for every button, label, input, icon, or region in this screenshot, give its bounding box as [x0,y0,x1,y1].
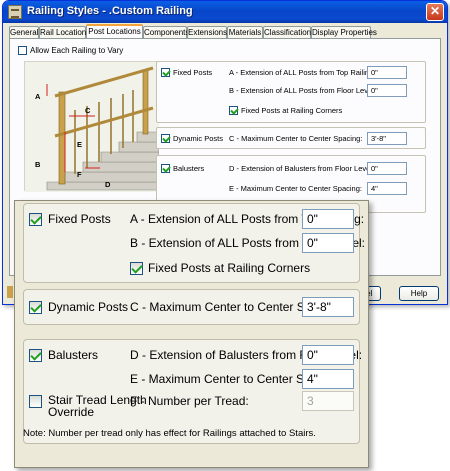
fixed-posts-label: Fixed Posts [48,212,111,226]
allow-vary-checkbox[interactable] [18,46,27,55]
zoomed-post-options-panel: Fixed Posts A - Extension of ALL Posts f… [14,200,369,468]
balusters-label: Balusters [48,348,99,362]
fixed-corners-checkbox[interactable] [130,262,143,275]
fixed-posts-group-back: Fixed Posts A - Extension of ALL Posts f… [156,61,426,123]
title-bar[interactable]: Railing Styles - .Custom Railing ✕ [3,1,447,23]
callout-d: D [105,180,111,189]
fixed-posts-checkbox-back[interactable] [161,68,170,77]
extension-b-label-back: B - Extension of ALL Posts from Floor Le… [229,86,376,95]
fixed-posts-group: Fixed Posts A - Extension of ALL Posts f… [23,203,365,283]
number-per-tread-label: F - Number per Tread: [130,394,249,408]
balusters-label-back: Balusters [173,164,205,173]
fixed-corners-label-back: Fixed Posts at Railing Corners [241,106,343,115]
callout-e: E [77,140,83,149]
stair-tread-override-checkbox[interactable] [29,395,42,408]
window-title: Railing Styles - .Custom Railing [27,5,193,17]
spacing-c-label-back: C - Maximum Center to Center Spacing: [229,134,363,143]
dynamic-posts-label-back: Dynamic Posts [173,134,224,143]
help-button[interactable]: Help [399,286,439,301]
railing-icon [7,286,13,298]
spacing-c-input-back[interactable]: 3'-8" [367,132,407,145]
dynamic-posts-group: Dynamic Posts C - Maximum Center to Cent… [23,289,360,325]
callout-b: B [35,160,41,169]
callout-a: A [35,92,41,101]
extension-d-label-back: D - Extension of Balusters from Floor Le… [229,164,375,173]
extension-a-label-back: A - Extension of ALL Posts from Top Rail… [229,68,376,77]
dynamic-posts-checkbox[interactable] [29,301,42,314]
fixed-posts-checkbox[interactable] [29,213,42,226]
railing-diagram-icon [25,62,160,192]
railing-illustration: A B C D E F [24,61,160,192]
extension-d-input[interactable]: 0" [302,345,354,365]
number-per-tread-input[interactable]: 3 [302,391,354,411]
extension-a-input-back[interactable]: 0" [367,66,407,79]
callout-c: C [85,106,91,115]
dynamic-posts-checkbox-back[interactable] [161,134,170,143]
callout-f: F [77,170,82,179]
dynamic-posts-label: Dynamic Posts [48,300,129,314]
allow-vary-label: Allow Each Railing to Vary [30,46,124,55]
close-button[interactable]: ✕ [426,3,444,21]
fixed-corners-checkbox-back[interactable] [229,106,238,115]
extension-a-input[interactable]: 0" [302,209,354,229]
balusters-checkbox-back[interactable] [161,164,170,173]
spacing-e-input[interactable]: 4" [302,369,354,389]
tab-post-locations[interactable]: Post Locations [86,24,143,39]
extension-d-input-back[interactable]: 0" [367,162,407,175]
spacing-e-input-back[interactable]: 4" [367,182,407,195]
fixed-posts-label-back: Fixed Posts [173,68,213,77]
spacing-c-input[interactable]: 3'-8" [302,297,354,317]
allow-vary-row[interactable]: Allow Each Railing to Vary [18,46,123,55]
stair-note: Note: Number per tread only has effect f… [23,428,316,439]
extension-b-input[interactable]: 0" [302,233,354,253]
railing-style-icon [8,5,22,19]
dynamic-posts-group-back: Dynamic Posts C - Maximum Center to Cent… [156,127,426,149]
fixed-corners-label: Fixed Posts at Railing Corners [148,261,311,275]
balusters-checkbox[interactable] [29,349,42,362]
extension-b-input-back[interactable]: 0" [367,84,407,97]
spacing-e-label-back: E - Maximum Center to Center Spacing: [229,184,362,193]
